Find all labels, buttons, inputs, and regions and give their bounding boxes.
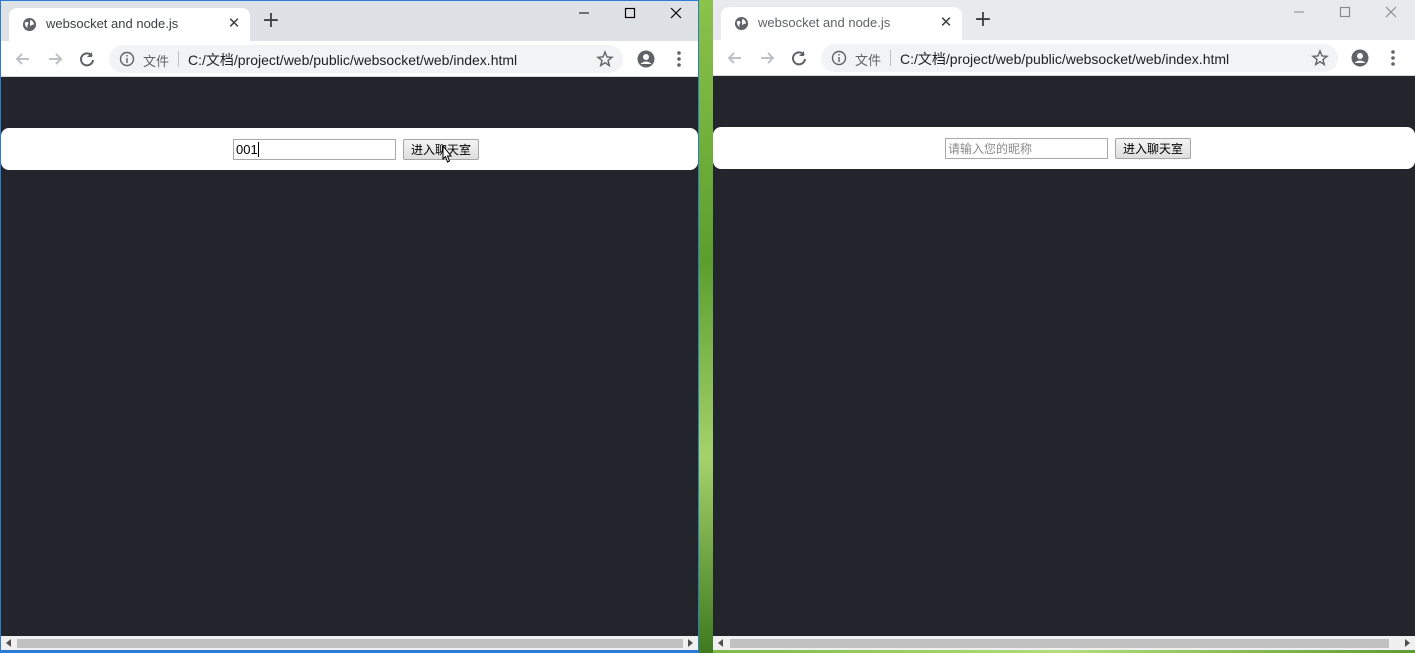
arrow-right-icon[interactable] bbox=[45, 49, 65, 69]
desktop-wallpaper bbox=[699, 0, 713, 653]
tab-title: websocket and node.js bbox=[758, 15, 891, 30]
maximize-icon[interactable] bbox=[607, 1, 653, 29]
scrollbar-thumb[interactable] bbox=[17, 639, 683, 648]
tab-strip: websocket and node.js ✕ + bbox=[1, 1, 698, 41]
account-circle-icon[interactable] bbox=[636, 49, 656, 69]
browser-toolbar: 文件 C:/文档/project/web/public/websocket/we… bbox=[713, 40, 1415, 76]
scrollbar-thumb[interactable] bbox=[730, 639, 1389, 648]
account-circle-icon[interactable] bbox=[1350, 48, 1370, 68]
page-viewport: 进入聊天室 bbox=[713, 77, 1415, 636]
arrow-left-icon[interactable] bbox=[725, 48, 745, 68]
close-icon[interactable]: ✕ bbox=[226, 15, 242, 31]
url-text[interactable]: C:/文档/project/web/public/websocket/web/i… bbox=[900, 49, 1229, 69]
security-label: 文件 bbox=[855, 53, 882, 68]
close-window-icon[interactable] bbox=[1368, 0, 1414, 28]
minimize-icon[interactable] bbox=[1276, 0, 1322, 28]
minimize-icon[interactable] bbox=[561, 1, 607, 29]
address-bar[interactable]: 文件 C:/文档/project/web/public/websocket/we… bbox=[821, 44, 1338, 72]
address-bar[interactable]: 文件 C:/文档/project/web/public/websocket/we… bbox=[109, 45, 623, 73]
tab-title: websocket and node.js bbox=[46, 16, 179, 31]
browser-window-right: websocket and node.js ✕ + 文件 C:/文档/proje… bbox=[713, 0, 1415, 650]
star-icon[interactable] bbox=[1311, 49, 1329, 67]
scroll-right-icon[interactable] bbox=[1402, 638, 1412, 648]
scroll-left-icon[interactable] bbox=[4, 638, 14, 648]
plus-icon[interactable]: + bbox=[261, 10, 281, 32]
enter-chatroom-button[interactable]: 进入聊天室 bbox=[1115, 138, 1191, 159]
info-icon[interactable] bbox=[831, 50, 847, 66]
more-vert-icon[interactable] bbox=[1383, 48, 1403, 68]
tab-strip: websocket and node.js ✕ + bbox=[713, 0, 1415, 40]
tab-websocket[interactable]: websocket and node.js ✕ bbox=[9, 8, 250, 41]
maximize-icon[interactable] bbox=[1322, 0, 1368, 28]
page-viewport: 进入聊天室 bbox=[1, 78, 698, 636]
plus-icon[interactable]: + bbox=[973, 9, 993, 31]
close-window-icon[interactable] bbox=[653, 1, 698, 29]
mouse-pointer-icon bbox=[442, 145, 453, 163]
scroll-left-icon[interactable] bbox=[716, 638, 726, 648]
tab-websocket[interactable]: websocket and node.js ✕ bbox=[721, 7, 962, 40]
scroll-right-icon[interactable] bbox=[685, 638, 695, 648]
omnibox-separator bbox=[890, 50, 891, 66]
globe-icon bbox=[22, 17, 37, 32]
arrow-left-icon[interactable] bbox=[13, 49, 33, 69]
browser-toolbar: 文件 C:/文档/project/web/public/websocket/we… bbox=[1, 41, 698, 77]
security-label: 文件 bbox=[143, 54, 170, 69]
arrow-right-icon[interactable] bbox=[757, 48, 777, 68]
nickname-input[interactable] bbox=[945, 138, 1108, 159]
star-icon[interactable] bbox=[596, 50, 614, 68]
omnibox-separator bbox=[178, 51, 179, 67]
horizontal-scrollbar[interactable] bbox=[1, 636, 698, 650]
text-caret bbox=[258, 142, 259, 157]
reload-icon[interactable] bbox=[77, 49, 97, 69]
login-bar: 进入聊天室 bbox=[1, 128, 698, 170]
reload-icon[interactable] bbox=[789, 48, 809, 68]
info-icon[interactable] bbox=[119, 51, 135, 67]
browser-window-left: websocket and node.js ✕ + 文件 C:/文档/proje… bbox=[0, 0, 699, 653]
login-bar: 进入聊天室 bbox=[713, 127, 1415, 169]
horizontal-scrollbar[interactable] bbox=[713, 636, 1415, 650]
url-text[interactable]: C:/文档/project/web/public/websocket/web/i… bbox=[188, 50, 517, 70]
close-icon[interactable]: ✕ bbox=[938, 14, 954, 30]
more-vert-icon[interactable] bbox=[669, 49, 689, 69]
globe-icon bbox=[734, 16, 749, 31]
